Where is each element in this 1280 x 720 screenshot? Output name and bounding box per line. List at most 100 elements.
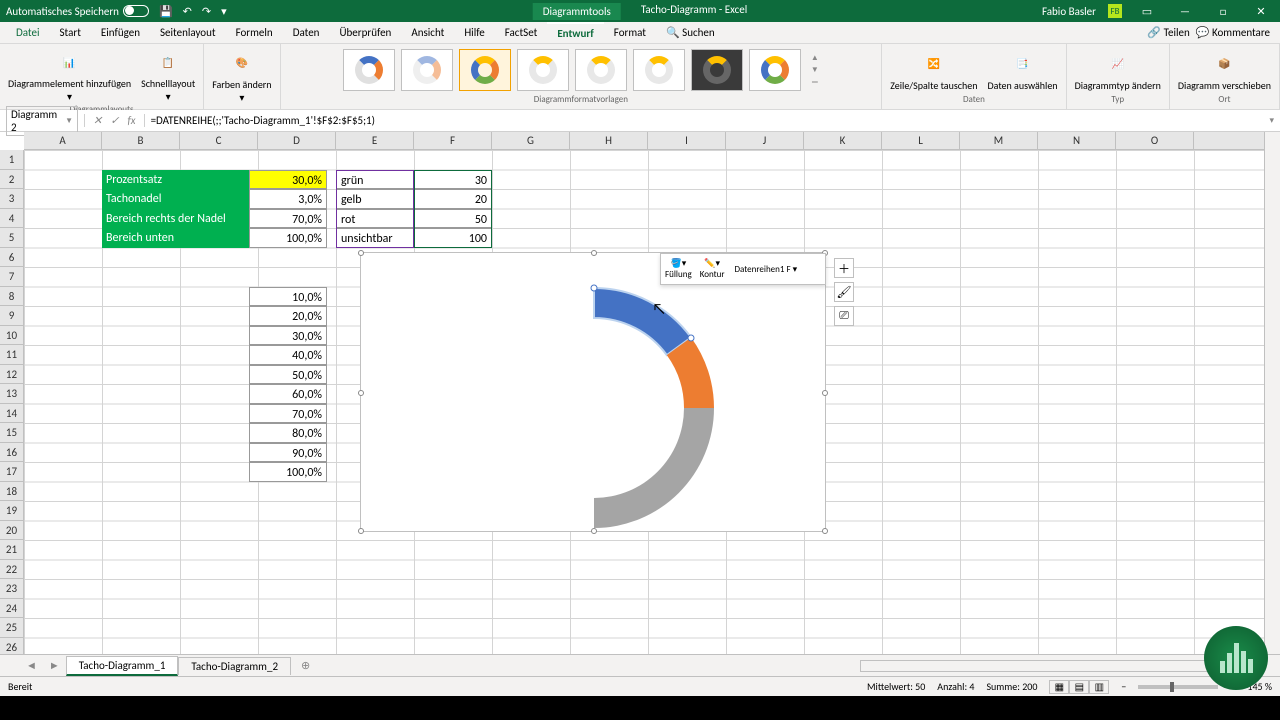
cell-c15[interactable]: 80,0% (249, 423, 327, 443)
view-normal[interactable]: ▦ (1049, 680, 1069, 694)
chart-style-5[interactable] (575, 49, 627, 91)
redo-icon[interactable]: ↷ (202, 5, 211, 18)
cell-c11[interactable]: 40,0% (249, 345, 327, 365)
comments-button[interactable]: 💬 Kommentare (1196, 26, 1270, 39)
close-button[interactable]: ✕ (1248, 5, 1274, 18)
view-page-layout[interactable]: ▤ (1069, 680, 1089, 694)
add-chart-element[interactable]: 📊Diagrammelement hinzufügen▾ (6, 46, 133, 104)
formula-input[interactable]: =DATENREIHE(;;'Tacho-Diagramm_1'!$F$2:$F… (145, 114, 1264, 127)
chart-style-7[interactable] (691, 49, 743, 91)
cell-c12[interactable]: 50,0% (249, 365, 327, 385)
share-button[interactable]: 🔗 Teilen (1147, 26, 1189, 39)
chart-style-6[interactable] (633, 49, 685, 91)
fx-icon[interactable]: fx (127, 114, 135, 127)
outline-button[interactable]: ✏️▾Kontur (696, 258, 729, 280)
sheet-tab-2[interactable]: Tacho-Diagramm_2 (178, 657, 291, 675)
chart-style-8[interactable] (749, 49, 801, 91)
menu-entwurf[interactable]: Entwurf (547, 22, 603, 43)
sheet-nav-prev[interactable]: ◄ (20, 659, 43, 672)
zoom-slider[interactable] (1138, 685, 1218, 689)
cell-c8[interactable]: 10,0% (249, 287, 327, 307)
chart-styles-button[interactable]: 🖌 (834, 282, 854, 302)
minimize-button[interactable]: — (1172, 5, 1198, 18)
expand-formula-bar[interactable]: ▾ (1263, 115, 1280, 126)
cell-e5[interactable]: unsichtbar (336, 228, 414, 248)
cell-c13[interactable]: 60,0% (249, 384, 327, 404)
cell-c3[interactable]: 3,0% (249, 189, 327, 209)
zoom-out[interactable]: − (1121, 680, 1126, 693)
ribbon-options-icon[interactable]: ▭ (1134, 5, 1160, 18)
cell-b5[interactable]: Bereich unten (102, 228, 249, 248)
cell-f2[interactable]: 30 (414, 170, 492, 190)
style-gallery-down[interactable]: ▼ (811, 65, 819, 75)
cell-c5[interactable]: 100,0% (249, 228, 327, 248)
fill-button[interactable]: 🪣▾Füllung (661, 258, 696, 280)
view-page-break[interactable]: ▥ (1089, 680, 1109, 694)
row-headers[interactable]: 1234567891011121314151617181920212223242… (0, 150, 24, 654)
cell-f3[interactable]: 20 (414, 189, 492, 209)
save-icon[interactable]: 💾 (159, 5, 173, 18)
horizontal-scrollbar[interactable] (860, 660, 1260, 672)
menu-seitenlayout[interactable]: Seitenlayout (150, 23, 226, 42)
switch-row-col[interactable]: 🔀Zeile/Spalte tauschen (888, 48, 979, 93)
menu-ueberpruefen[interactable]: Überprüfen (329, 23, 401, 42)
cell-b2[interactable]: Prozentsatz (102, 170, 249, 190)
column-headers[interactable]: ABCDEFGHIJKLMNO (24, 132, 1264, 150)
series-dropdown[interactable]: Datenreihen1 F ▾ (729, 264, 804, 275)
cell-c10[interactable]: 30,0% (249, 326, 327, 346)
menu-suchen[interactable]: 🔍 Suchen (656, 23, 725, 42)
quick-layout[interactable]: 📋Schnelllayout▾ (139, 46, 197, 104)
chart-style-2[interactable] (401, 49, 453, 91)
cell-c16[interactable]: 90,0% (249, 443, 327, 463)
move-chart[interactable]: 📦Diagramm verschieben (1176, 48, 1273, 93)
cell-c17[interactable]: 100,0% (249, 462, 327, 482)
style-gallery-more[interactable]: ＝ (811, 77, 819, 88)
menu-format[interactable]: Format (604, 23, 656, 42)
menu-einfuegen[interactable]: Einfügen (91, 23, 150, 42)
cell-b3[interactable]: Tachonadel (102, 189, 249, 209)
cell-e4[interactable]: rot (336, 209, 414, 229)
change-colors[interactable]: 🎨Farben ändern▾ (210, 47, 273, 105)
cell-b4[interactable]: Bereich rechts der Nadel (102, 209, 249, 229)
donut-slice-3[interactable] (594, 408, 714, 528)
cell-f5[interactable]: 100 (414, 228, 492, 248)
cell-e2[interactable]: grün (336, 170, 414, 190)
chart-style-4[interactable] (517, 49, 569, 91)
cell-c4[interactable]: 70,0% (249, 209, 327, 229)
menu-start[interactable]: Start (50, 23, 91, 42)
maximize-button[interactable]: □ (1210, 5, 1236, 18)
vertical-scrollbar[interactable] (1264, 132, 1280, 654)
menu-daten[interactable]: Daten (283, 23, 330, 42)
menu-factset[interactable]: FactSet (495, 23, 548, 42)
chart-elements-button[interactable]: ＋ (834, 258, 854, 278)
qat-more[interactable]: ▾ (221, 5, 227, 18)
enter-formula-icon[interactable]: ✓ (110, 114, 119, 127)
sheet-tab-1[interactable]: Tacho-Diagramm_1 (66, 656, 179, 676)
cell-grid[interactable]: Prozentsatz 30,0% Tachonadel 3,0% Bereic… (24, 150, 1264, 654)
name-box[interactable]: Diagramm 2▼ (6, 106, 78, 136)
chart-style-1[interactable] (343, 49, 395, 91)
cell-e3[interactable]: gelb (336, 189, 414, 209)
change-chart-type[interactable]: 📈Diagrammtyp ändern (1073, 48, 1163, 93)
cancel-formula-icon[interactable]: ✕ (93, 114, 102, 127)
cell-c14[interactable]: 70,0% (249, 404, 327, 424)
sheet-nav-next[interactable]: ► (43, 659, 66, 672)
cell-c9[interactable]: 20,0% (249, 306, 327, 326)
undo-icon[interactable]: ↶ (183, 5, 192, 18)
cell-c2[interactable]: 30,0% (249, 170, 327, 190)
autosave-toggle[interactable]: Automatisches Speichern (6, 5, 149, 18)
style-gallery-up[interactable]: ▲ (811, 53, 819, 63)
chart-object[interactable] (360, 252, 826, 532)
menu-hilfe[interactable]: Hilfe (454, 23, 494, 42)
user-name[interactable]: Fabio Basler (1042, 5, 1096, 18)
chart-filters-button[interactable]: ⎚ (834, 306, 854, 326)
menu-ansicht[interactable]: Ansicht (401, 23, 454, 42)
menu-formeln[interactable]: Formeln (226, 23, 283, 42)
menu-datei[interactable]: Datei (6, 23, 50, 42)
chart-style-3[interactable] (459, 49, 511, 91)
cell-f4[interactable]: 50 (414, 209, 492, 229)
new-sheet-button[interactable]: ⊕ (291, 659, 320, 672)
select-data[interactable]: 📑Daten auswählen (985, 48, 1059, 93)
user-avatar[interactable]: FB (1108, 4, 1122, 18)
donut-slice-1[interactable] (594, 288, 691, 355)
